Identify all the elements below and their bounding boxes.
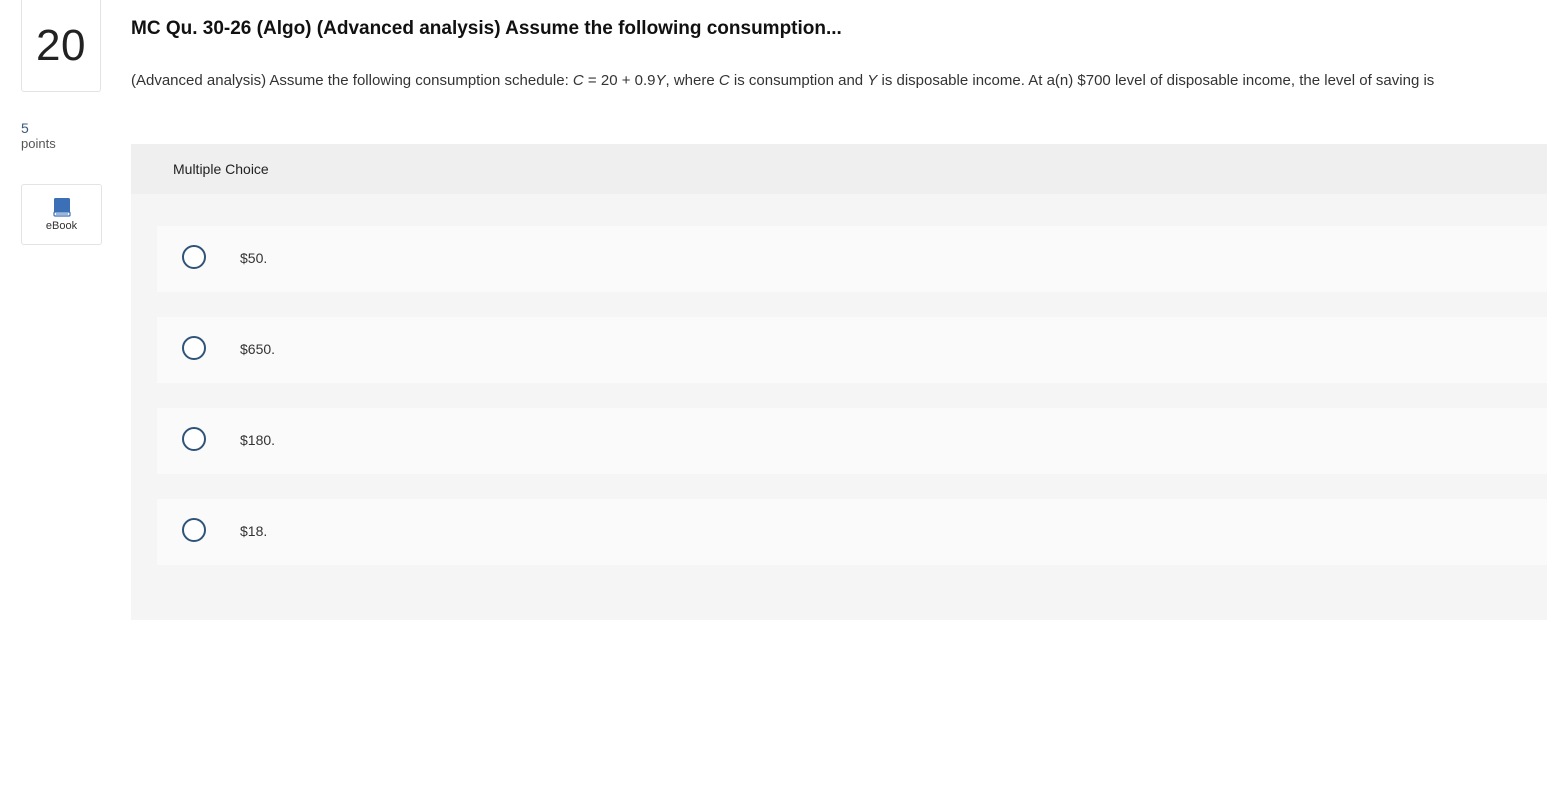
question-text: (Advanced analysis) Assume the following… [131, 72, 1435, 89]
question-number: 20 [36, 20, 86, 70]
multiple-choice-label: Multiple Choice [173, 161, 269, 177]
multiple-choice-panel: Multiple Choice $50. $650. $180. $18. [131, 144, 1547, 620]
question-page: 20 5 points eBook MC Qu. 30-26 (Algo) (A… [0, 0, 1547, 794]
choice-label: $50. [240, 250, 268, 266]
points-value: 5 [21, 120, 29, 136]
choice-option-1[interactable]: $50. [157, 226, 1547, 292]
radio-circle-icon[interactable] [182, 518, 206, 542]
radio-circle-icon[interactable] [182, 427, 206, 451]
choice-label: $180. [240, 432, 276, 448]
book-icon [52, 198, 71, 217]
points-info: 5 points [21, 120, 56, 152]
choice-option-4[interactable]: $18. [157, 499, 1547, 565]
ebook-button[interactable]: eBook [21, 184, 102, 245]
choice-option-3[interactable]: $180. [157, 408, 1547, 474]
multiple-choice-header: Multiple Choice [131, 144, 1547, 194]
choice-label: $650. [240, 341, 276, 357]
question-title: MC Qu. 30-26 (Algo) (Advanced analysis) … [131, 18, 842, 39]
points-label: points [21, 136, 56, 151]
ebook-label: eBook [45, 220, 78, 232]
radio-circle-icon[interactable] [182, 336, 206, 360]
question-number-box: 20 [21, 0, 101, 92]
choice-option-2[interactable]: $650. [157, 317, 1547, 383]
radio-circle-icon[interactable] [182, 245, 206, 269]
choice-label: $18. [240, 523, 268, 539]
